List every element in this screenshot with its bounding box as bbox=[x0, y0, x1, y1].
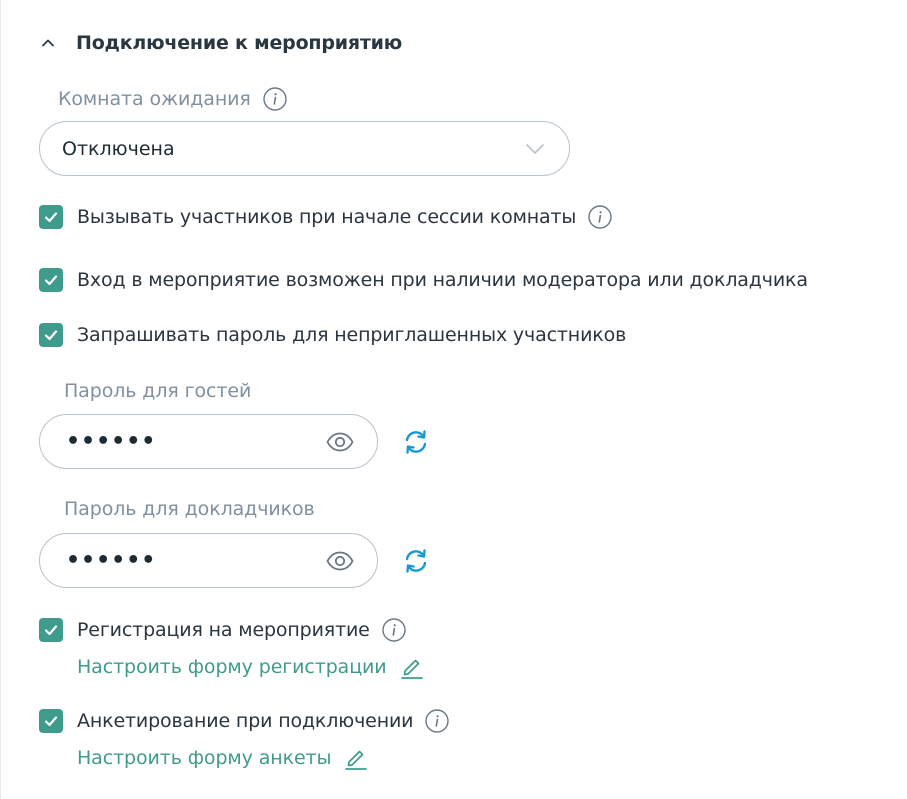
left-divider bbox=[0, 0, 1, 799]
survey-label: Анкетирование при подключении bbox=[77, 710, 414, 732]
registration-option[interactable]: Регистрация на мероприятие bbox=[39, 618, 406, 642]
call-participants-label: Вызывать участников при начале сессии ко… bbox=[77, 206, 577, 228]
guest-password-input[interactable]: •••••• bbox=[39, 414, 378, 469]
guest-password-label: Пароль для гостей bbox=[64, 380, 252, 402]
waiting-room-label-row: Комната ожидания bbox=[58, 87, 287, 111]
moderator-required-checkbox[interactable] bbox=[39, 268, 63, 292]
registration-label: Регистрация на мероприятие bbox=[77, 619, 370, 641]
section-title: Подключение к мероприятию bbox=[76, 32, 403, 54]
chevron-up-icon[interactable] bbox=[38, 33, 58, 53]
chevron-down-icon bbox=[525, 143, 545, 155]
survey-checkbox[interactable] bbox=[39, 709, 63, 733]
speaker-password-value: •••••• bbox=[66, 547, 157, 573]
ask-password-option[interactable]: Запрашивать пароль для неприглашенных уч… bbox=[39, 323, 626, 347]
survey-form-link-row[interactable]: Настроить форму анкеты bbox=[77, 745, 369, 771]
registration-form-link-row[interactable]: Настроить форму регистрации bbox=[77, 654, 425, 680]
guest-password-value: •••••• bbox=[66, 428, 157, 454]
speaker-password-input[interactable]: •••••• bbox=[39, 533, 378, 588]
survey-option[interactable]: Анкетирование при подключении bbox=[39, 709, 450, 733]
ask-password-label: Запрашивать пароль для неприглашенных уч… bbox=[77, 324, 627, 346]
moderator-required-label: Вход в мероприятие возможен при наличии … bbox=[77, 269, 808, 291]
regenerate-speaker-password-icon[interactable] bbox=[401, 546, 431, 576]
info-icon[interactable] bbox=[588, 205, 612, 229]
section-header[interactable]: Подключение к мероприятию bbox=[38, 28, 402, 58]
registration-checkbox[interactable] bbox=[39, 618, 63, 642]
waiting-room-value: Отключена bbox=[62, 137, 175, 160]
configure-registration-form-link[interactable]: Настроить форму регистрации bbox=[77, 656, 387, 678]
eye-icon[interactable] bbox=[325, 427, 355, 457]
ask-password-checkbox[interactable] bbox=[39, 323, 63, 347]
waiting-room-select[interactable]: Отключена bbox=[39, 121, 570, 176]
waiting-room-label: Комната ожидания bbox=[58, 88, 251, 110]
call-participants-checkbox[interactable] bbox=[39, 205, 63, 229]
speaker-password-label: Пароль для докладчиков bbox=[64, 498, 315, 520]
info-icon[interactable] bbox=[263, 87, 287, 111]
call-participants-option[interactable]: Вызывать участников при начале сессии ко… bbox=[39, 205, 612, 229]
regenerate-guest-password-icon[interactable] bbox=[401, 427, 431, 457]
pencil-icon[interactable] bbox=[399, 654, 425, 680]
pencil-icon[interactable] bbox=[343, 745, 369, 771]
eye-icon[interactable] bbox=[325, 546, 355, 576]
info-icon[interactable] bbox=[382, 618, 406, 642]
configure-survey-form-link[interactable]: Настроить форму анкеты bbox=[77, 747, 332, 769]
info-icon[interactable] bbox=[425, 709, 450, 733]
moderator-required-option[interactable]: Вход в мероприятие возможен при наличии … bbox=[39, 268, 808, 292]
